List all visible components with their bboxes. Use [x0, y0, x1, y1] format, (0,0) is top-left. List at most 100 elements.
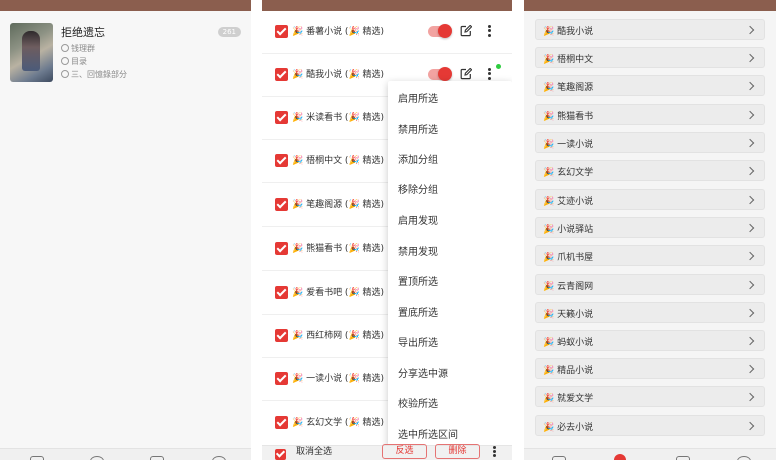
source-name: 🎉 玄幻文学 (🎉 精选) — [292, 418, 385, 428]
menu-item-remove-group[interactable]: 移除分组 — [398, 181, 438, 196]
menu-item-move-bottom[interactable]: 置底所选 — [398, 304, 438, 319]
source-name: 🎉 番薯小说 (🎉 精选) — [292, 27, 385, 37]
source-row[interactable]: 🎉 番薯小说 (🎉 精选) — [262, 11, 512, 54]
source-checkbox[interactable] — [275, 372, 288, 385]
app-header — [0, 0, 251, 11]
source-name: 🎉 笔趣阁源 (🎉 精选) — [292, 200, 385, 210]
source-card[interactable]: 🎉 梧桐中文 — [535, 47, 765, 68]
app-header — [524, 0, 776, 11]
source-card[interactable]: 🎉 玄幻文学 — [535, 160, 765, 181]
nav-discover-icon[interactable] — [90, 456, 104, 460]
source-card[interactable]: 🎉 熊猫看书 — [535, 104, 765, 125]
source-card[interactable]: 🎉 一读小说 — [535, 132, 765, 153]
source-checkbox[interactable] — [275, 68, 288, 81]
source-enable-toggle[interactable] — [428, 67, 452, 81]
source-card-name: 🎉 必去小说 — [543, 423, 594, 433]
menu-item-disable-explore[interactable]: 禁用发现 — [398, 243, 438, 258]
menu-item-enable-selected[interactable]: 启用所选 — [398, 90, 438, 105]
menu-item-add-group[interactable]: 添加分组 — [398, 151, 438, 166]
source-checkbox[interactable] — [275, 416, 288, 429]
chevron-right-icon — [745, 110, 755, 120]
chevron-right-icon — [745, 166, 755, 176]
source-card-name: 🎉 蚂蚁小说 — [543, 338, 594, 348]
source-checkbox[interactable] — [275, 198, 288, 211]
source-card[interactable]: 🎉 必去小说 — [535, 415, 765, 436]
source-checkbox[interactable] — [275, 111, 288, 124]
nav-bookshelf-icon[interactable] — [30, 456, 44, 460]
source-card[interactable]: 🎉 艾迹小说 — [535, 189, 765, 210]
source-checkbox[interactable] — [275, 286, 288, 299]
source-checkbox[interactable] — [275, 154, 288, 167]
invert-selection-button[interactable]: 反选 — [382, 444, 427, 459]
source-name: 🎉 爱看书吧 (🎉 精选) — [292, 288, 385, 298]
clock-icon — [61, 57, 69, 65]
source-card-name: 🎉 云青阁网 — [543, 282, 594, 292]
more-actions-icon[interactable] — [491, 445, 497, 459]
batch-action-menu: 启用所选 禁用所选 添加分组 移除分组 启用发现 禁用发现 置顶所选 置底所选 … — [388, 81, 512, 452]
source-card-name: 🎉 梧桐中文 — [543, 55, 594, 65]
source-card-name: 🎉 就爱文学 — [543, 394, 594, 404]
book-author-row: 钱理群 — [61, 43, 95, 54]
status-dot — [496, 64, 501, 69]
source-card[interactable]: 🎉 精品小说 — [535, 358, 765, 379]
chevron-right-icon — [745, 195, 755, 205]
select-all-checkbox[interactable] — [275, 449, 286, 460]
source-card[interactable]: 🎉 爪机书屋 — [535, 245, 765, 266]
edit-icon[interactable] — [460, 68, 472, 80]
selection-action-bar: 取消全选 反选 删除 — [262, 444, 512, 460]
source-card[interactable]: 🎉 就爱文学 — [535, 386, 765, 407]
author-icon — [61, 44, 69, 52]
menu-item-disable-selected[interactable]: 禁用所选 — [398, 121, 438, 136]
bottom-nav — [524, 448, 776, 460]
chevron-right-icon — [745, 223, 755, 233]
menu-item-select-range[interactable]: 选中所选区间 — [398, 426, 458, 441]
chevron-right-icon — [745, 421, 755, 431]
menu-item-move-top[interactable]: 置顶所选 — [398, 273, 438, 288]
book-toc: 目录 — [71, 57, 87, 66]
nav-rss-icon[interactable] — [150, 456, 164, 460]
book-item[interactable]: 拒绝遗忘 261 钱理群 目录 三、回憶錄部分 — [10, 23, 241, 85]
source-card[interactable]: 🎉 笔趣阁源 — [535, 75, 765, 96]
source-enable-toggle[interactable] — [428, 24, 452, 38]
chevron-right-icon — [745, 308, 755, 318]
nav-profile-icon[interactable] — [737, 456, 751, 460]
source-card[interactable]: 🎉 云青阁网 — [535, 274, 765, 295]
edit-icon[interactable] — [460, 25, 472, 37]
bookshelf-panel: 拒绝遗忘 261 钱理群 目录 三、回憶錄部分 — [0, 0, 251, 460]
delete-button[interactable]: 删除 — [435, 444, 480, 459]
app-header — [262, 0, 512, 11]
source-card-name: 🎉 天籁小说 — [543, 310, 594, 320]
source-checkbox[interactable] — [275, 329, 288, 342]
source-name: 🎉 米读看书 (🎉 精选) — [292, 113, 385, 123]
nav-rss-icon[interactable] — [676, 456, 690, 460]
source-card[interactable]: 🎉 蚂蚁小说 — [535, 330, 765, 351]
book-chapter-row: 三、回憶錄部分 — [61, 69, 127, 80]
chevron-right-icon — [745, 280, 755, 290]
chevron-right-icon — [745, 364, 755, 374]
source-list-panel: 🎉 酷我小说 🎉 梧桐中文 🎉 笔趣阁源 🎉 熊猫看书 🎉 一读小说 🎉 玄幻文… — [524, 0, 776, 460]
nav-discover-icon[interactable] — [614, 454, 626, 460]
menu-item-enable-explore[interactable]: 启用发现 — [398, 212, 438, 227]
chevron-right-icon — [745, 53, 755, 63]
source-card[interactable]: 🎉 小说驿站 — [535, 217, 765, 238]
source-checkbox[interactable] — [275, 242, 288, 255]
source-card[interactable]: 🎉 酷我小说 — [535, 19, 765, 40]
bottom-nav — [0, 448, 251, 460]
menu-item-share[interactable]: 分享选中源 — [398, 365, 448, 380]
source-card[interactable]: 🎉 天籁小说 — [535, 302, 765, 323]
chevron-right-icon — [745, 392, 755, 402]
source-checkbox[interactable] — [275, 25, 288, 38]
nav-bookshelf-icon[interactable] — [552, 456, 566, 460]
nav-profile-icon[interactable] — [212, 456, 226, 460]
chevron-right-icon — [745, 336, 755, 346]
more-options-icon[interactable] — [484, 23, 494, 40]
chevron-right-icon — [745, 251, 755, 261]
source-card-name: 🎉 精品小说 — [543, 366, 594, 376]
book-cover[interactable] — [10, 23, 53, 82]
menu-item-check[interactable]: 校验所选 — [398, 395, 438, 410]
book-latest-chapter: 三、回憶錄部分 — [71, 70, 127, 79]
menu-item-export[interactable]: 导出所选 — [398, 334, 438, 349]
deselect-all-label[interactable]: 取消全选 — [296, 444, 332, 457]
source-name: 🎉 熊猫看书 (🎉 精选) — [292, 244, 385, 254]
source-name: 🎉 梧桐中文 (🎉 精选) — [292, 156, 385, 166]
